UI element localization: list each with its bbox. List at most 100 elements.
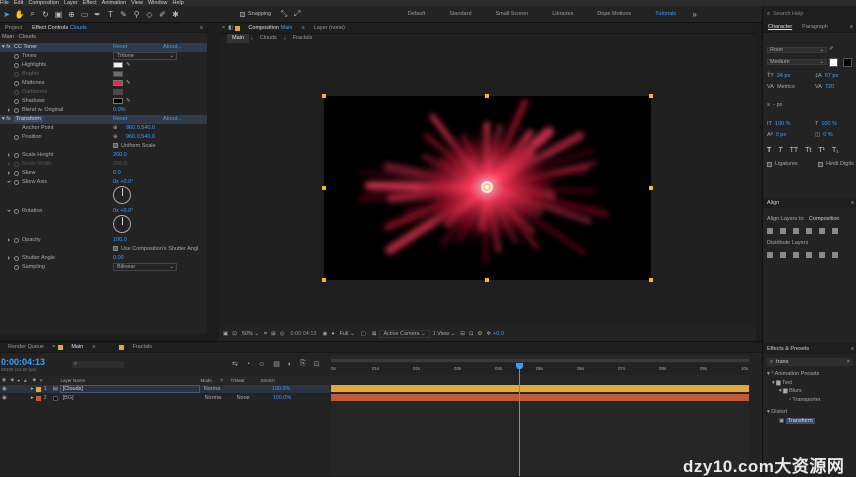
color-channel-icon[interactable]: ● [329, 331, 336, 337]
panel-menu-icon[interactable]: ≡ [88, 344, 99, 350]
stopwatch-icon[interactable] [14, 63, 19, 68]
panel-menu-icon[interactable]: ≡ [851, 200, 856, 206]
comp-mini-flowchart-icon[interactable]: ⇆ [232, 360, 238, 368]
frame-blending-icon[interactable]: ▤ [273, 360, 280, 368]
stroke-width-field[interactable]: ≡ - px [767, 102, 782, 108]
distribute-top-icon[interactable] [767, 252, 773, 258]
panel-menu-icon[interactable]: ≡ [851, 346, 856, 352]
align-hcenter-icon[interactable] [780, 228, 786, 234]
distribute-right-icon[interactable] [832, 252, 838, 258]
tab-character[interactable]: Character [763, 22, 797, 32]
midtones-swatch[interactable] [113, 80, 123, 86]
expand-triangle-icon[interactable] [8, 108, 10, 112]
anchor-point-value[interactable]: 960.0,540.0 [126, 125, 155, 131]
eraser-tool-icon[interactable]: ◇ [145, 9, 155, 19]
skew-axis-dial[interactable] [113, 186, 131, 204]
fit-icon[interactable]: ⌗ [262, 331, 269, 338]
always-preview-icon[interactable]: ▣ [221, 331, 230, 337]
playhead-handle[interactable] [516, 363, 523, 369]
graph-editor-icon[interactable]: ⎘ [300, 360, 306, 368]
horizontal-scale-field[interactable]: T 100 % [815, 121, 837, 127]
eyedropper-icon[interactable]: ✐ [829, 46, 839, 54]
stopwatch-icon[interactable] [14, 180, 19, 185]
darktones-swatch[interactable] [113, 89, 123, 95]
stopwatch-icon[interactable] [14, 54, 19, 59]
faux-bold-button[interactable]: T [767, 147, 771, 154]
horizontal-scale-value[interactable]: 100 % [821, 121, 837, 127]
transparency-grid-icon[interactable]: ⊠ [369, 331, 380, 337]
faux-italic-button[interactable]: T [778, 147, 782, 154]
brush-tool-icon[interactable]: ✎ [119, 9, 129, 19]
layer-stretch[interactable]: 100.0% [273, 395, 292, 401]
playhead[interactable] [519, 363, 520, 476]
blend-value[interactable]: 0.0% [113, 107, 126, 113]
collapse-triangle-icon[interactable] [7, 210, 11, 212]
panel-menu-icon[interactable]: ≡ [297, 25, 308, 31]
transform-about[interactable]: About... [163, 116, 182, 122]
layer-name[interactable]: [BG] [61, 395, 201, 401]
baseline-field[interactable]: Aª 0 px [767, 132, 786, 138]
type-tool-icon[interactable]: T [106, 9, 116, 19]
col-stretch[interactable]: Stretch [261, 378, 275, 383]
panel-menu-icon[interactable]: ≡ [200, 25, 207, 31]
kerning-value[interactable]: Metrics [777, 84, 795, 90]
tsume-field[interactable]: ◫ 0 % [815, 132, 833, 138]
rectangle-tool-icon[interactable]: ▭ [80, 9, 90, 19]
tree-item-blurs[interactable]: ▾ ▆ Blurs [767, 387, 821, 396]
fill-color-swatch[interactable] [829, 58, 838, 67]
camera-snapshot-icon[interactable]: ◉ [321, 331, 330, 337]
layer-duration-bar[interactable] [331, 394, 749, 401]
hindi-digits-checkbox[interactable] [818, 162, 823, 167]
eyedropper-icon[interactable]: ✎ [126, 98, 131, 104]
ligatures-option[interactable]: Ligatures [767, 161, 798, 167]
workspace-small-screen[interactable]: Small Screen [496, 11, 529, 17]
crumb-fractals[interactable]: Fractals [288, 34, 318, 43]
camera-tool-icon[interactable]: ▣ [54, 9, 64, 19]
eye-icon[interactable]: ◉ [2, 395, 7, 401]
toggle-pixel-icon[interactable]: ⊟ [458, 331, 467, 337]
flowchart-icon[interactable]: ⚙ [475, 331, 484, 337]
font-size-value[interactable]: 34 px [777, 73, 790, 79]
layer-row[interactable]: ◉ ▸ 2 [BG] Norma None 100.0% [0, 394, 330, 402]
close-icon[interactable]: × [49, 344, 58, 350]
stopwatch-icon[interactable] [14, 72, 19, 77]
zoom-tool-icon[interactable]: ⌕ [28, 9, 38, 19]
vertical-scale-field[interactable]: IT 100 % [767, 121, 791, 127]
align-right-icon[interactable] [793, 228, 799, 234]
transform-reset[interactable]: Reset [113, 116, 127, 122]
mask-visibility-icon[interactable]: ⊡ [230, 331, 239, 337]
snapping-checkbox[interactable] [240, 12, 245, 17]
work-area-bar[interactable] [331, 359, 749, 362]
expand-triangle-icon[interactable] [8, 256, 10, 260]
collapse-triangle-icon[interactable] [7, 181, 11, 183]
audio-icon[interactable]: ◀ [10, 377, 13, 383]
eyedropper-icon[interactable]: ✎ [126, 62, 131, 68]
region-of-interest-icon[interactable]: ▢ [358, 331, 369, 337]
align-left-icon[interactable] [767, 228, 773, 234]
ligatures-checkbox[interactable] [767, 162, 772, 167]
panel-menu-icon[interactable]: ≡ [850, 24, 856, 30]
shutter-checkbox[interactable] [113, 246, 121, 253]
tree-item-distort[interactable]: ▾ Distort [767, 404, 821, 417]
puppet-tool-icon[interactable]: ✱ [171, 9, 181, 19]
kerning-field[interactable]: VA Metrics [767, 84, 795, 90]
crumb-main[interactable]: Main [227, 34, 249, 43]
layer-mode[interactable]: Norma [205, 395, 231, 401]
hindi-digits-option[interactable]: Hindi Digits [818, 161, 854, 167]
stopwatch-icon[interactable] [14, 99, 19, 104]
workspace-libraries[interactable]: Libraries [552, 11, 573, 17]
viewer-timecode[interactable]: 0:00:04:13 [287, 331, 321, 337]
tree-item-animation-presets[interactable]: ▾ * Animation Presets [767, 370, 821, 379]
shy-icon[interactable]: ☺ [258, 361, 265, 368]
stopwatch-icon[interactable] [14, 153, 19, 158]
tab-render-queue[interactable]: Render Queue [0, 342, 49, 352]
shutter-angle-value[interactable]: 0.00 [113, 255, 124, 261]
all-caps-button[interactable]: TT [790, 147, 799, 154]
tsume-value[interactable]: 0 % [823, 132, 832, 138]
small-caps-button[interactable]: Tt [805, 147, 811, 154]
transform-handle[interactable] [485, 94, 489, 98]
skew-value[interactable]: 0.0 [113, 170, 121, 176]
crumb-clouds[interactable]: Clouds [255, 34, 282, 43]
tree-item-transform[interactable]: ▣ Transform [767, 417, 821, 426]
transform-handle[interactable] [322, 278, 326, 282]
